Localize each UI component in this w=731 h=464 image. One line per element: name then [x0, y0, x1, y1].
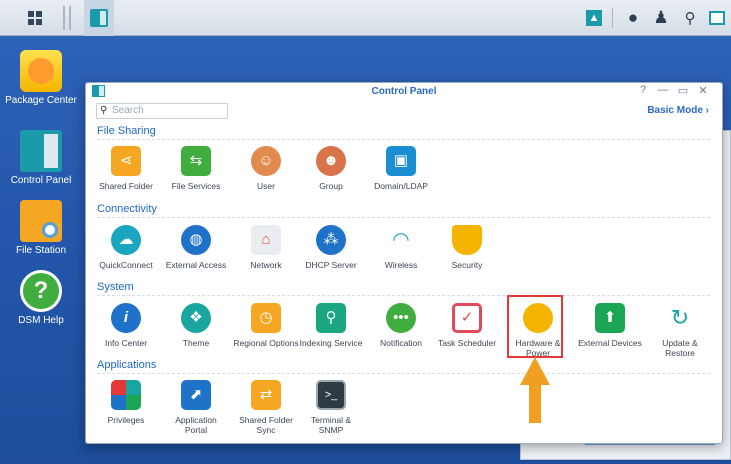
help-icon: ?: [20, 270, 62, 312]
section-file-sharing: File Sharing: [97, 125, 156, 137]
control-panel-icon: [20, 130, 62, 172]
section-connectivity: Connectivity: [97, 203, 157, 215]
folder-icon: [20, 200, 62, 242]
index-search-icon: ⚲: [316, 303, 346, 333]
help-icon[interactable]: ?: [636, 84, 650, 96]
info-icon: i: [111, 303, 141, 333]
taskbar-divider: [612, 8, 613, 28]
file-services-icon: ⇆: [181, 146, 211, 176]
regional-clock-icon: ◷: [251, 303, 281, 333]
upload-icon[interactable]: ▲: [583, 0, 605, 36]
item-regional-options[interactable]: ◷ Regional Options: [233, 303, 299, 348]
terminal-icon: >_: [316, 380, 346, 410]
external-device-icon: ⬆: [595, 303, 625, 333]
window-title: Control Panel: [371, 86, 437, 97]
item-info-center[interactable]: i Info Center: [93, 303, 159, 348]
item-task-scheduler[interactable]: ✓ Task Scheduler: [434, 303, 500, 348]
annotation-arrow-icon: [520, 357, 550, 423]
taskbar-divider: [69, 6, 71, 30]
wifi-icon: ◠: [386, 225, 416, 255]
item-external-access[interactable]: ◍ External Access: [163, 225, 229, 270]
close-icon[interactable]: ✕: [696, 84, 710, 97]
home-icon: ⌂: [251, 225, 281, 255]
item-shared-folder-sync[interactable]: ⇄ Shared Folder Sync: [233, 380, 299, 435]
search-placeholder: Search: [112, 105, 144, 116]
privileges-icon: [111, 380, 141, 410]
desktop-dsm-help[interactable]: ? DSM Help: [4, 270, 78, 326]
globe-icon: ◍: [181, 225, 211, 255]
apps-grid-icon[interactable]: [22, 0, 48, 36]
section-divider: [97, 295, 710, 296]
desktop-icon-label: File Station: [15, 245, 67, 256]
section-applications: Applications: [97, 359, 157, 371]
notification-icon: •••: [386, 303, 416, 333]
item-terminal-snmp[interactable]: >_ Terminal & SNMP: [298, 380, 364, 435]
minimize-icon[interactable]: —: [656, 84, 670, 96]
folder-sync-icon: ⇄: [251, 380, 281, 410]
package-center-icon: [20, 50, 62, 92]
update-refresh-icon: ↻: [665, 303, 695, 333]
group-icon: ☻: [316, 146, 346, 176]
domain-ldap-icon: ▣: [386, 146, 416, 176]
control-panel-window: Control Panel ? — ▭ ✕ ⚲ Search Basic Mod…: [85, 82, 723, 444]
section-divider: [97, 373, 710, 374]
portal-arrow-icon: ⬈: [181, 380, 211, 410]
item-theme[interactable]: ❖ Theme: [163, 303, 229, 348]
desktop-icon-label: Control Panel: [10, 175, 72, 186]
control-panel-taskbar-icon[interactable]: [84, 0, 114, 36]
item-quickconnect[interactable]: ☁ QuickConnect: [93, 225, 159, 270]
item-external-devices[interactable]: ⬆ External Devices: [577, 303, 643, 348]
desktop-file-station[interactable]: File Station: [4, 200, 78, 256]
quickconnect-icon: ☁: [111, 225, 141, 255]
taskbar: ▲ ● ♟ ⚲: [0, 0, 731, 36]
user-icon[interactable]: ♟: [650, 0, 672, 36]
desktop-icon-label: DSM Help: [18, 315, 64, 326]
item-domain-ldap[interactable]: ▣ Domain/LDAP: [368, 146, 434, 191]
section-divider: [97, 139, 710, 140]
highlight-box: [507, 295, 563, 358]
item-shared-folder[interactable]: ⋖ Shared Folder: [93, 146, 159, 191]
calendar-check-icon: ✓: [452, 303, 482, 333]
desktop-icon-label: Package Center: [5, 95, 77, 106]
dhcp-icon: ⁂: [316, 225, 346, 255]
item-application-portal[interactable]: ⬈ Application Portal: [163, 380, 229, 435]
desktop-package-center[interactable]: Package Center: [4, 50, 78, 106]
item-security[interactable]: Security: [434, 225, 500, 270]
item-user[interactable]: ☺ User: [233, 146, 299, 191]
item-wireless[interactable]: ◠ Wireless: [368, 225, 434, 270]
desktop-control-panel[interactable]: Control Panel: [4, 130, 78, 186]
shared-folder-icon: ⋖: [111, 146, 141, 176]
section-system: System: [97, 281, 134, 293]
widgets-icon[interactable]: [706, 0, 728, 36]
search-input[interactable]: ⚲ Search: [96, 103, 228, 119]
user-icon: ☺: [251, 146, 281, 176]
search-icon[interactable]: ⚲: [679, 0, 701, 36]
palette-icon: ❖: [181, 303, 211, 333]
shield-icon: [452, 225, 482, 255]
item-privileges[interactable]: Privileges: [93, 380, 159, 425]
item-file-services[interactable]: ⇆ File Services: [163, 146, 229, 191]
basic-mode-link[interactable]: Basic Mode ›: [647, 105, 709, 116]
item-notification[interactable]: ••• Notification: [368, 303, 434, 348]
item-network[interactable]: ⌂ Network: [233, 225, 299, 270]
item-indexing-service[interactable]: ⚲ Indexing Service: [298, 303, 364, 348]
section-divider: [97, 217, 710, 218]
chat-icon[interactable]: ●: [622, 0, 644, 36]
item-dhcp-server[interactable]: ⁂ DHCP Server: [298, 225, 364, 270]
item-update-restore[interactable]: ↻ Update & Restore: [647, 303, 713, 358]
taskbar-divider: [63, 6, 65, 30]
maximize-icon[interactable]: ▭: [676, 84, 690, 97]
item-group[interactable]: ☻ Group: [298, 146, 364, 191]
search-icon: ⚲: [100, 105, 108, 116]
